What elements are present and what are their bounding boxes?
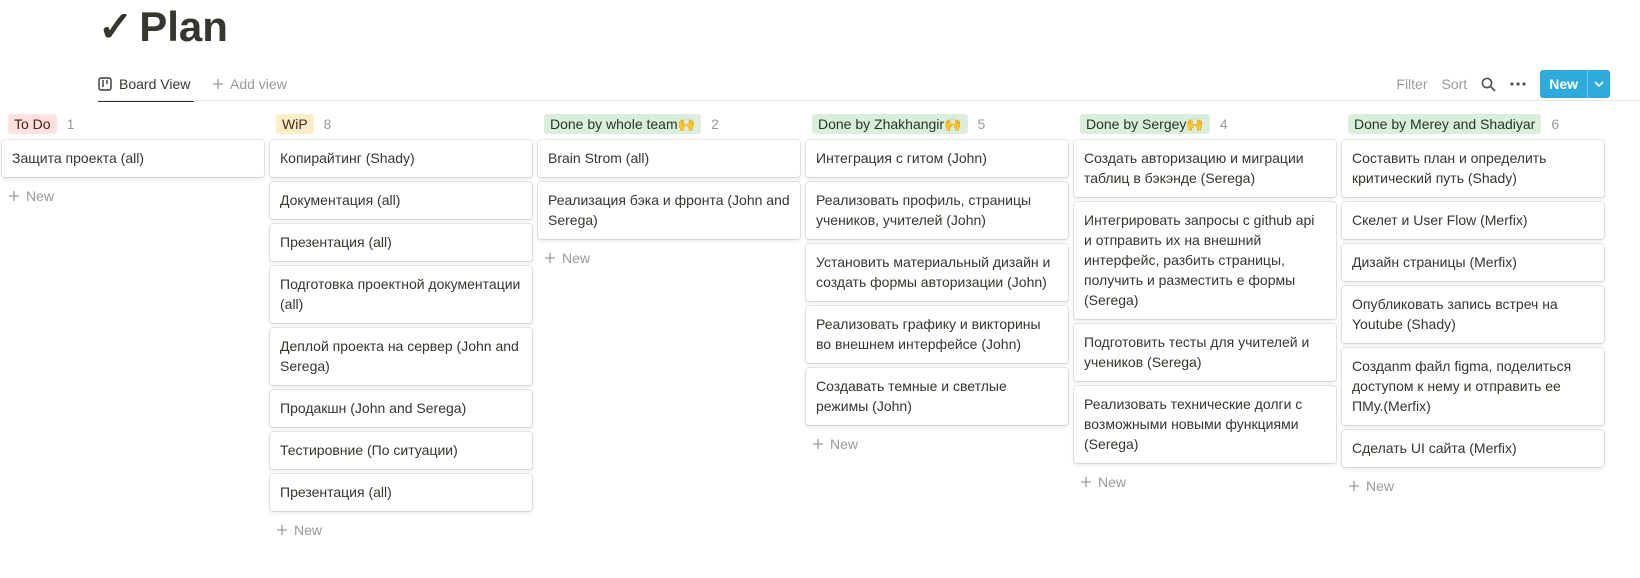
column-header: WiP 8 — [276, 113, 532, 135]
board-card[interactable]: Подготовка проектной документации (all) — [270, 266, 532, 323]
column-header: To Do 1 — [8, 113, 264, 135]
divider — [98, 100, 1640, 101]
add-card-label: New — [1098, 474, 1127, 490]
plus-icon — [276, 524, 288, 536]
sort-button[interactable]: Sort — [1442, 76, 1468, 92]
column-header: Done by Sergey🙌 4 — [1080, 113, 1336, 135]
add-card-label: New — [294, 522, 323, 538]
column-header: Done by Merey and Shadiyar 6 — [1348, 113, 1604, 135]
board-card[interactable]: Реализация бэка и фронта (John and Sereg… — [538, 182, 800, 239]
new-button-label: New — [1549, 76, 1578, 92]
board-card[interactable]: Brain Strom (all) — [538, 140, 800, 177]
card-list: Защита проекта (all) — [2, 140, 264, 177]
add-view-button[interactable]: Add view — [212, 68, 287, 100]
tab-board-view-label: Board View — [119, 76, 191, 92]
add-card-label: New — [562, 250, 591, 266]
board-card[interactable]: Реализовать профиль, страницы учеников, … — [806, 182, 1068, 239]
board-card[interactable]: Презентация (all) — [270, 474, 532, 511]
column-header: Done by whole team🙌 2 — [544, 113, 800, 135]
board-column-done-sergey: Done by Sergey🙌 4 Создать авторизацию и ми… — [1074, 113, 1336, 496]
add-card-button[interactable]: New — [2, 182, 264, 210]
board-card[interactable]: Создавать темные и светлые режимы (John) — [806, 368, 1068, 425]
column-count: 1 — [66, 116, 75, 132]
plus-icon — [1348, 480, 1360, 492]
column-count: 2 — [711, 116, 719, 132]
add-card-button[interactable]: New — [1342, 472, 1604, 500]
column-count: 4 — [1219, 116, 1228, 132]
board-card[interactable]: Опубликовать запись встреч на Youtube (S… — [1342, 286, 1604, 343]
column-count: 8 — [323, 116, 332, 132]
column-count: 5 — [977, 116, 986, 132]
checkmark-icon: ✓ — [98, 3, 134, 50]
board-card[interactable]: Презентация (all) — [270, 224, 532, 261]
board-card[interactable]: Скелет и User Flow (Merfix) — [1342, 202, 1604, 239]
add-card-label: New — [830, 436, 859, 452]
board-card[interactable]: Защита проекта (all) — [2, 140, 264, 177]
status-tag[interactable]: Done by Zhakhangir🙌 — [812, 114, 968, 134]
plus-icon — [812, 438, 824, 450]
more-icon[interactable] — [1510, 82, 1526, 86]
board-card[interactable]: Документация (all) — [270, 182, 532, 219]
board-card[interactable]: Создаnm файл figma, поделиться доступом … — [1342, 348, 1604, 425]
add-card-button[interactable]: New — [806, 430, 1068, 458]
board-card[interactable]: Сделать UI сайта (Merfix) — [1342, 430, 1604, 467]
new-button[interactable]: New — [1540, 70, 1610, 98]
status-tag[interactable]: To Do — [8, 114, 57, 134]
column-count: 6 — [1551, 116, 1560, 132]
status-tag[interactable]: Done by whole team🙌 — [544, 114, 702, 134]
status-tag[interactable]: Done by Sergey🙌 — [1080, 114, 1210, 134]
board-card[interactable]: Реализовать графику и викторины во внешн… — [806, 306, 1068, 363]
board-card[interactable]: Составить план и определить критический … — [1342, 140, 1604, 197]
add-card-button[interactable]: New — [270, 516, 532, 544]
add-card-button[interactable]: New — [538, 244, 800, 272]
board-column-wip: WiP 8 Копирайтинг (Shady) Документация (all… — [270, 113, 532, 544]
board-card[interactable]: Реализовать технические долги с возможны… — [1074, 386, 1336, 463]
add-card-label: New — [1366, 478, 1395, 494]
board-column-done-zhakhangir: Done by Zhakhangir🙌 5 Интеграция с гитом (… — [806, 113, 1068, 458]
page-title-text: Plan — [139, 3, 228, 50]
page-title: ✓ Plan — [98, 2, 228, 51]
board-card[interactable]: Продакшн (John and Serega) — [270, 390, 532, 427]
tab-board-view[interactable]: Board View — [98, 68, 195, 102]
card-list: Составить план и определить критический … — [1342, 140, 1604, 467]
chevron-down-icon[interactable] — [1587, 70, 1610, 98]
board-card[interactable]: Тестировние (По ситуации) — [270, 432, 532, 469]
board-card[interactable]: Подготовить тесты для учителей и ученико… — [1074, 324, 1336, 381]
board-card[interactable]: Интегрировать запросы с github api и отп… — [1074, 202, 1336, 319]
plus-icon — [212, 78, 224, 90]
column-header: Done by Zhakhangir🙌 5 — [812, 113, 1068, 135]
board-icon — [98, 77, 112, 91]
status-tag[interactable]: WiP — [276, 114, 314, 134]
plus-icon — [8, 190, 20, 202]
card-list: Создать авторизацию и миграции таблиц в … — [1074, 140, 1336, 463]
board-column-todo: To Do 1 Защита проекта (all) New — [2, 113, 264, 210]
card-list: Копирайтинг (Shady) Документация (all) Пре… — [270, 140, 532, 511]
add-card-button[interactable]: New — [1074, 468, 1336, 496]
card-list: Интеграция с гитом (John) Реализовать про… — [806, 140, 1068, 425]
board-card[interactable]: Деплой проекта на сервер (John and Sereg… — [270, 328, 532, 385]
board-card[interactable]: Дизайн страницы (Merfix) — [1342, 244, 1604, 281]
filter-button[interactable]: Filter — [1396, 76, 1427, 92]
board-card[interactable]: Копирайтинг (Shady) — [270, 140, 532, 177]
search-icon[interactable] — [1481, 77, 1496, 92]
card-list: Brain Strom (all) Реализация бэка и фронт… — [538, 140, 800, 239]
add-card-label: New — [26, 188, 55, 204]
board-card[interactable]: Создать авторизацию и миграции таблиц в … — [1074, 140, 1336, 197]
toolbar-actions: Filter Sort New — [1382, 68, 1610, 100]
view-toolbar: Board View Add view Filter Sort New — [98, 68, 1610, 102]
add-view-label: Add view — [230, 76, 287, 92]
plus-icon — [1080, 476, 1092, 488]
board-column-done-merey-shadiyar: Done by Merey and Shadiyar 6 Составить пла… — [1342, 113, 1604, 500]
board-card[interactable]: Установить материальный дизайн и создать… — [806, 244, 1068, 301]
plus-icon — [544, 252, 556, 264]
board-column-done-whole-team: Done by whole team🙌 2 Brain Strom (all) Реа… — [538, 113, 800, 272]
status-tag[interactable]: Done by Merey and Shadiyar — [1348, 114, 1542, 134]
board-card[interactable]: Интеграция с гитом (John) — [806, 140, 1068, 177]
